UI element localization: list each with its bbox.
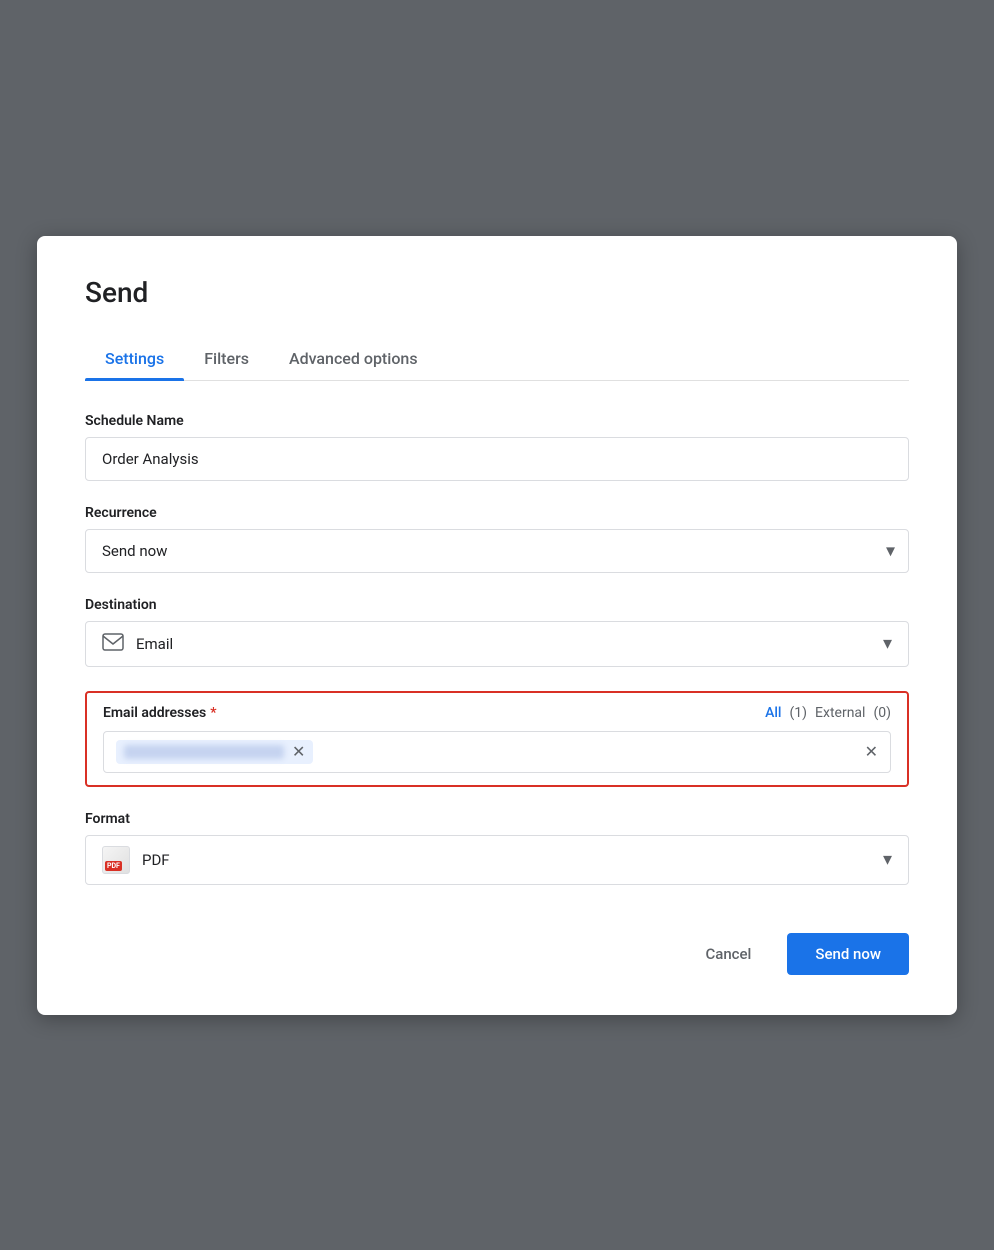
pdf-file-icon: PDF [102,846,130,874]
destination-label: Destination [85,597,909,613]
external-filter-label[interactable]: External [815,705,865,721]
dialog-footer: Cancel Send now [85,917,909,975]
dialog-title: Send [85,276,909,309]
recurrence-group: Recurrence Send now ▾ [85,505,909,573]
schedule-name-input[interactable] [85,437,909,481]
send-dialog: Send Settings Filters Advanced options S… [37,236,957,1015]
tab-bar: Settings Filters Advanced options [85,337,909,381]
email-chip: ✕ [116,740,313,764]
destination-select[interactable]: Email ▾ [85,621,909,667]
email-chip-text [124,745,284,759]
cancel-button[interactable]: Cancel [685,935,771,973]
all-count: (1) [790,705,808,721]
destination-chevron-icon: ▾ [883,633,892,654]
format-label: Format [85,811,909,827]
all-filter-link[interactable]: All [765,705,781,721]
format-select-wrapper: PDF PDF ▾ [85,835,909,885]
email-chips-row: ✕ ✕ [103,731,891,773]
format-group: Format PDF PDF ▾ [85,811,909,885]
format-value: PDF [142,851,883,869]
schedule-name-label: Schedule Name [85,413,909,429]
email-addresses-header: Email addresses * All (1) External (0) [103,705,891,721]
email-icon [102,632,124,656]
destination-value: Email [136,635,883,653]
email-addresses-label: Email addresses * [103,705,216,721]
schedule-name-group: Schedule Name [85,413,909,481]
empty-chip-area: ✕ [321,744,878,760]
format-chevron-icon: ▾ [883,849,892,870]
recurrence-select-wrapper: Send now ▾ [85,529,909,573]
send-now-button[interactable]: Send now [787,933,909,975]
tab-advanced-options[interactable]: Advanced options [269,337,438,380]
email-chip-close-icon[interactable]: ✕ [292,744,305,760]
destination-group: Destination Email ▾ [85,597,909,667]
destination-select-wrapper: Email ▾ [85,621,909,667]
tab-filters[interactable]: Filters [184,337,269,380]
email-count-filters: All (1) External (0) [765,705,891,721]
external-count: (0) [873,705,891,721]
recurrence-select[interactable]: Send now [85,529,909,573]
pdf-icon: PDF [102,846,130,874]
email-addresses-section: Email addresses * All (1) External (0) ✕… [85,691,909,787]
required-indicator: * [210,705,216,721]
empty-chip-close-icon: ✕ [865,744,878,760]
recurrence-label: Recurrence [85,505,909,521]
tab-settings[interactable]: Settings [85,337,184,380]
format-select[interactable]: PDF PDF ▾ [85,835,909,885]
recurrence-value: Send now [102,542,167,560]
